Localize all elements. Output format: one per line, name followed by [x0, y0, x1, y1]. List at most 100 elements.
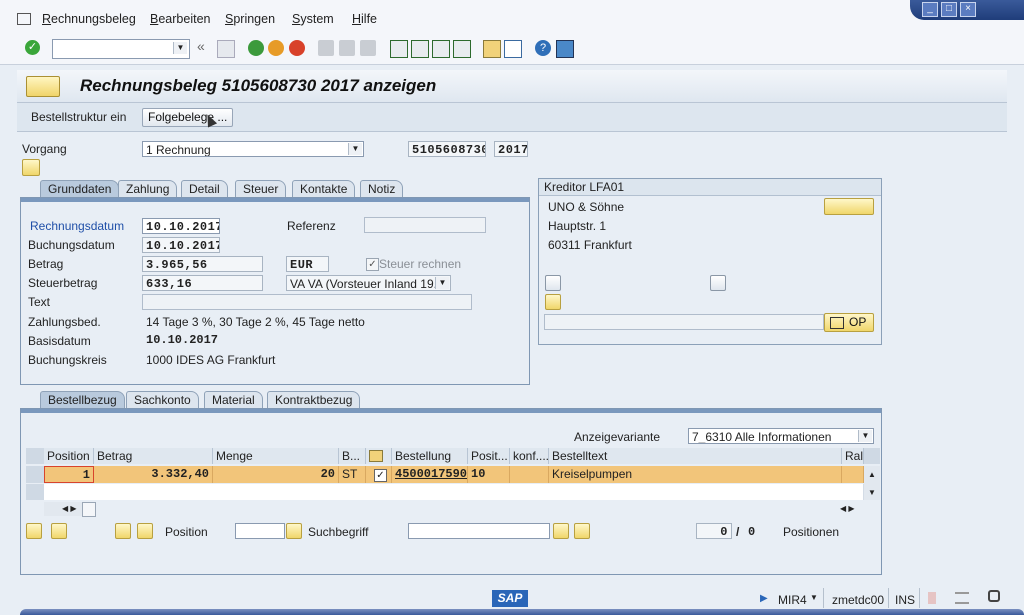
expand-header-icon[interactable] — [22, 159, 40, 176]
column-header-konf[interactable]: konf.... — [510, 448, 549, 464]
tab-bestellbezug[interactable]: Bestellbezug — [40, 391, 125, 409]
print-icon[interactable] — [318, 40, 334, 56]
settings-icon[interactable] — [955, 592, 969, 604]
find-next-icon[interactable] — [574, 523, 590, 539]
tab-detail[interactable]: Detail — [181, 180, 228, 198]
cancel-icon[interactable] — [289, 40, 305, 56]
menu-rechnungsbeleg[interactable]: Rechnungsbeleg — [42, 12, 136, 26]
select-all-icon[interactable] — [26, 523, 42, 539]
menu-icon[interactable] — [17, 13, 31, 25]
column-header-unit[interactable]: B... — [339, 448, 366, 464]
tab-zahlung[interactable]: Zahlung — [118, 180, 178, 198]
menu-springen[interactable]: Springen — [225, 12, 275, 26]
menu-hilfe[interactable]: Hilfe — [352, 12, 377, 26]
rechnungsdatum-field[interactable]: 10.10.2017 — [142, 218, 220, 234]
referenz-label: Referenz — [287, 219, 336, 233]
vendor-list-icon[interactable] — [545, 275, 561, 291]
exit-icon[interactable] — [268, 40, 284, 56]
tab-material[interactable]: Material — [204, 391, 263, 409]
cell-bestellung[interactable]: 4500017590 — [392, 466, 468, 483]
column-header-bestelltext[interactable]: Bestelltext — [549, 448, 842, 464]
cell-position[interactable]: 1 — [44, 466, 94, 483]
tab-sachkonto[interactable]: Sachkonto — [126, 391, 199, 409]
search-input[interactable] — [408, 523, 550, 539]
enter-icon[interactable]: ✓ — [25, 40, 40, 55]
deselect-all-icon[interactable] — [51, 523, 67, 539]
column-header-betrag[interactable]: Betrag — [94, 448, 213, 464]
chevron-down-icon[interactable]: ▼ — [173, 42, 187, 54]
steuer-rechnen-checkbox[interactable]: ✓ — [366, 258, 379, 271]
maximize-icon[interactable]: □ — [941, 2, 957, 17]
previous-page-icon[interactable] — [411, 40, 429, 58]
find-next-icon[interactable] — [360, 40, 376, 56]
server-name: zmetdc00 — [832, 593, 885, 607]
change-display-icon[interactable] — [26, 76, 60, 97]
save-icon[interactable] — [217, 40, 235, 58]
last-page-icon[interactable] — [453, 40, 471, 58]
shortcut-icon[interactable] — [504, 40, 522, 58]
row-selector[interactable] — [26, 466, 45, 483]
customize-icon[interactable] — [556, 40, 574, 58]
lock-icon[interactable] — [988, 590, 1000, 602]
column-header-bestellung[interactable]: Bestellung — [392, 448, 468, 464]
row-selector[interactable] — [26, 484, 44, 500]
struct-toggle-button[interactable]: Bestellstruktur ein — [31, 110, 126, 124]
tab-grunddaten[interactable]: Grunddaten — [40, 180, 120, 198]
referenz-field[interactable] — [364, 217, 486, 233]
vendor-display-icon[interactable] — [824, 198, 874, 215]
new-session-icon[interactable] — [483, 40, 501, 58]
double-chevron-left-icon[interactable]: « — [197, 38, 205, 54]
back-icon[interactable] — [248, 40, 264, 56]
counter-separator: / — [736, 525, 740, 539]
chevron-down-icon[interactable]: ▼ — [348, 143, 362, 155]
op-button[interactable]: OP — [824, 313, 874, 332]
vendor-info-field — [544, 314, 824, 330]
chevron-down-icon[interactable]: ▼ — [435, 277, 449, 289]
find-icon[interactable] — [339, 40, 355, 56]
command-field[interactable]: ▼ — [52, 39, 190, 59]
vorgang-select[interactable]: 1 Rechnung ▼ — [142, 141, 364, 157]
panel-top-bar — [21, 409, 881, 413]
tab-kontraktbezug[interactable]: Kontraktbezug — [267, 391, 361, 409]
status-play-icon[interactable]: ▶ — [760, 593, 768, 604]
tab-steuer[interactable]: Steuer — [235, 180, 287, 198]
search-label: Suchbegriff — [308, 525, 369, 539]
column-header-position[interactable]: Position — [44, 448, 94, 464]
first-page-icon[interactable] — [390, 40, 408, 58]
column-header-posit[interactable]: Posit... — [468, 448, 510, 464]
tax-code-value: VA VA (Vorsteuer Inland 19... — [290, 277, 444, 291]
close-icon[interactable]: × — [960, 2, 976, 17]
column-header-check[interactable] — [366, 448, 392, 464]
find-icon[interactable] — [553, 523, 569, 539]
tab-notiz[interactable]: Notiz — [360, 180, 404, 198]
position-input[interactable] — [235, 523, 285, 539]
menu-system[interactable]: System — [292, 12, 334, 26]
table-selector-header[interactable] — [26, 448, 45, 464]
column-header-menge[interactable]: Menge — [213, 448, 339, 464]
transaction-code: MIR4 — [778, 593, 807, 607]
text-label: Text — [28, 295, 51, 309]
column-header-ral[interactable]: Ral — [842, 448, 864, 464]
table-settings-icon[interactable] — [864, 448, 880, 464]
help-icon[interactable]: ? — [535, 40, 551, 56]
goto-position-icon[interactable] — [286, 523, 302, 539]
vendor-detail-icon[interactable] — [710, 275, 726, 291]
minimize-icon[interactable]: _ — [922, 2, 938, 17]
horizontal-scrollbar-right[interactable]: ◀ ▶ — [840, 502, 864, 516]
next-page-icon[interactable] — [432, 40, 450, 58]
text-field[interactable] — [142, 294, 472, 310]
chevron-down-icon[interactable]: ▼ — [858, 430, 872, 442]
tax-code-select[interactable]: VA VA (Vorsteuer Inland 19... ▼ — [286, 275, 451, 291]
tab-kontakte[interactable]: Kontakte — [292, 180, 356, 198]
layout-select[interactable]: 7_6310 Alle Informationen ▼ — [688, 428, 874, 444]
followon-docs-button[interactable]: Folgebelege ... — [142, 108, 234, 127]
chevron-down-icon[interactable]: ▼ — [810, 593, 818, 602]
menu-bearbeiten[interactable]: Bearbeiten — [150, 12, 210, 26]
filter-icon[interactable] — [137, 523, 153, 539]
horizontal-scroll-thumb[interactable] — [82, 502, 96, 517]
steuerbetrag-label: Steuerbetrag — [28, 276, 98, 290]
sort-icon[interactable] — [115, 523, 131, 539]
scroll-up-icon[interactable]: ▲ — [868, 470, 876, 479]
vendor-filter-icon[interactable] — [545, 294, 561, 310]
scroll-down-icon[interactable]: ▼ — [868, 488, 876, 497]
